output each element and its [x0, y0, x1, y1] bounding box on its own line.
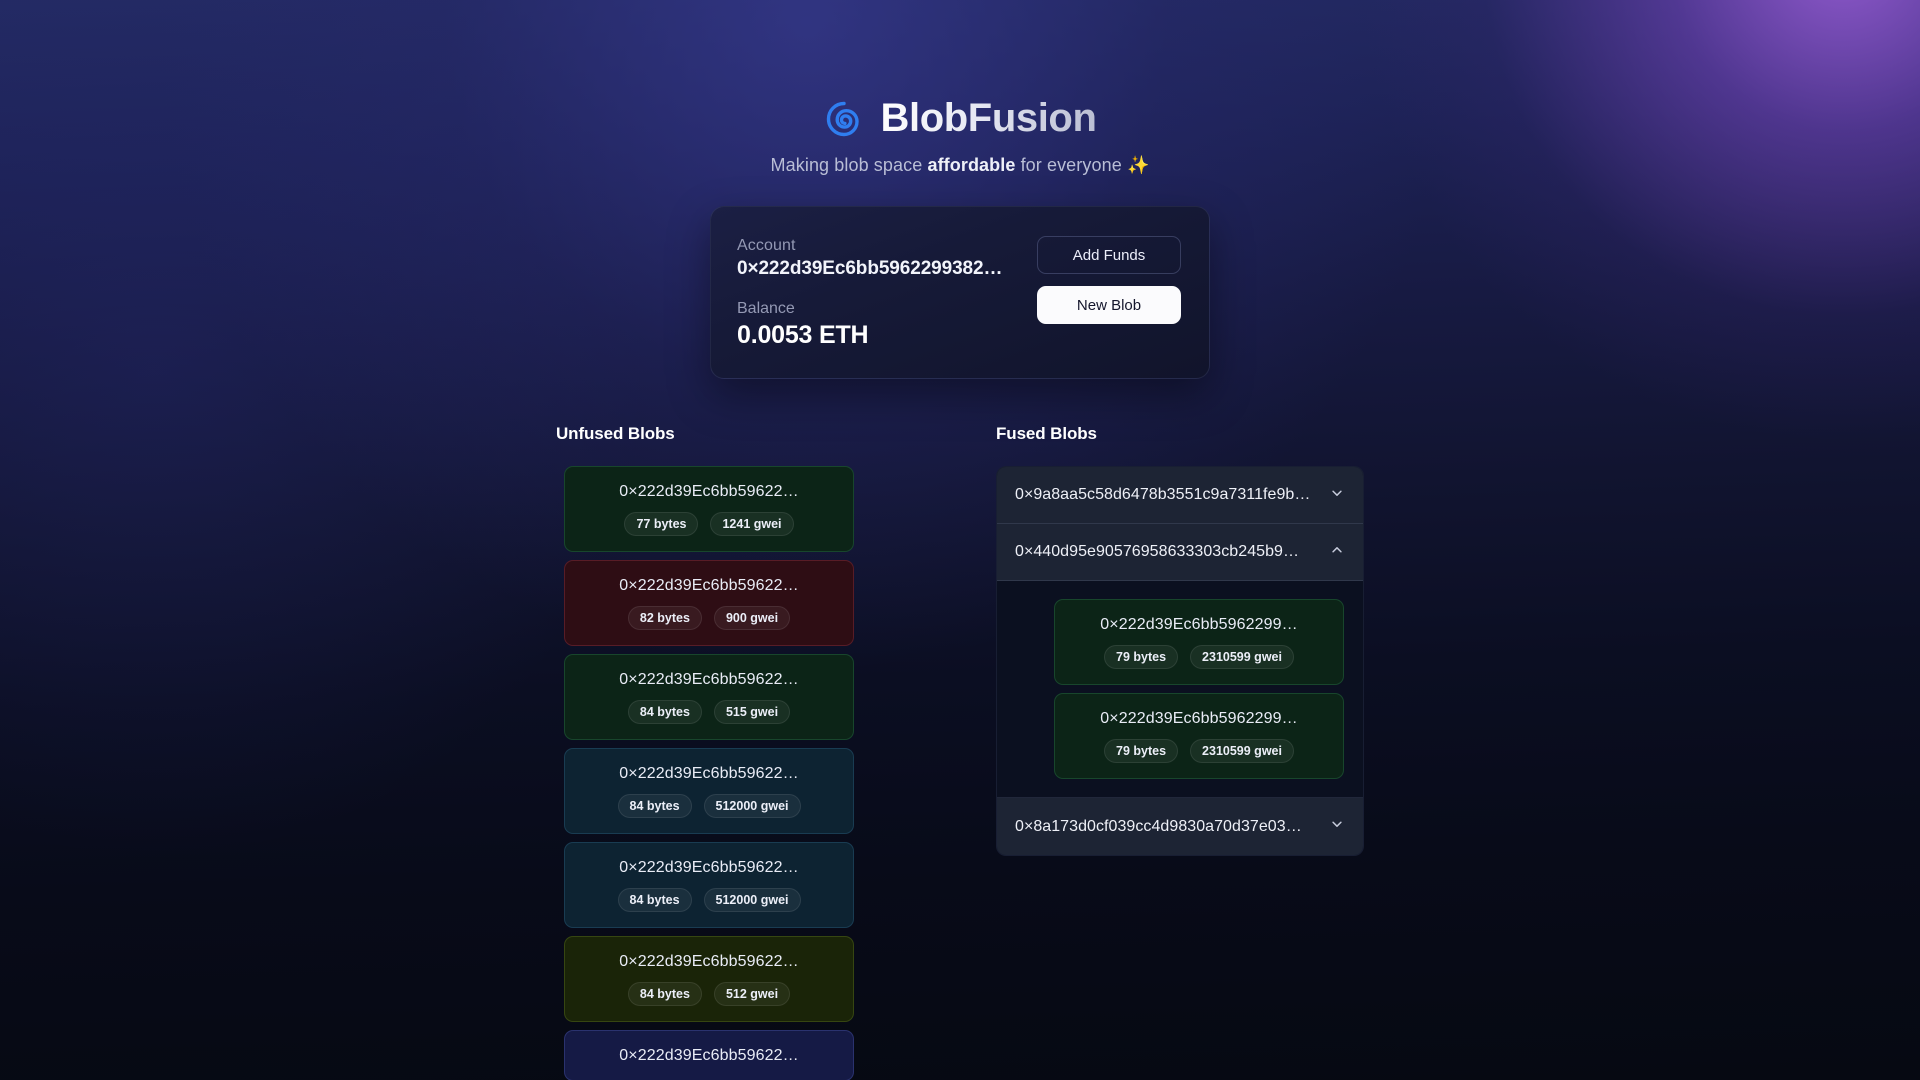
chevron-down-icon[interactable] [1330, 486, 1344, 505]
unfused-title: Unfused Blobs [556, 424, 675, 443]
blob-card[interactable]: 0×222d39Ec6bb59622… 84 bytes 512000 gwei [564, 842, 854, 928]
blob-size-pill: 84 bytes [617, 794, 692, 818]
blob-size-pill: 84 bytes [627, 700, 702, 724]
fused-blob-hash: 0×440d95e90576958633303cb245b9… [1015, 543, 1300, 560]
blob-price-pill: 2310599 gwei [1190, 739, 1294, 763]
blob-size-pill: 84 bytes [617, 888, 692, 912]
blob-meta: 84 bytes 512 gwei [579, 982, 839, 1006]
blob-card[interactable]: 0×222d39Ec6bb59622… 77 bytes 1241 gwei [564, 466, 854, 552]
blob-price-pill: 900 gwei [713, 606, 791, 630]
brand-title: BlobFusion [880, 96, 1097, 140]
blob-hash: 0×222d39Ec6bb5962299… [1100, 710, 1298, 727]
blob-meta: 84 bytes 512000 gwei [579, 794, 839, 818]
balance-label: Balance [737, 300, 795, 317]
tagline-suffix: for everyone [1015, 155, 1127, 175]
blob-card[interactable]: 0×222d39Ec6bb59622… 84 bytes 512 gwei [564, 936, 854, 1022]
fused-blob-hash: 0×8a173d0cf039cc4d9830a70d37e03… [1015, 817, 1302, 835]
blob-meta: 84 bytes 512000 gwei [579, 888, 839, 912]
blob-price-pill: 512 gwei [713, 982, 791, 1006]
fused-blob-header[interactable]: 0×9a8aa5c58d6478b3551c9a7311fe9b… [997, 467, 1363, 524]
account-card: Account 0×222d39Ec6bb5962299382… Balance… [710, 206, 1210, 379]
blob-card[interactable]: 0×222d39Ec6bb59622… 84 bytes 512000 gwei [564, 748, 854, 834]
blob-hash: 0×222d39Ec6bb5962299… [1100, 616, 1298, 633]
blob-hash: 0×222d39Ec6bb59622… [619, 1047, 799, 1064]
blob-columns: Unfused Blobs 0×222d39Ec6bb59622… 77 byte… [0, 424, 1920, 1080]
blob-size-pill: 77 bytes [624, 512, 699, 536]
app-header: BlobFusion Making blob space affordable … [0, 0, 1920, 176]
balance-value: 0.0053 ETH [737, 321, 869, 349]
blob-hash: 0×222d39Ec6bb59622… [619, 577, 799, 594]
spiral-icon [824, 99, 864, 139]
new-blob-button[interactable]: New Blob [1037, 286, 1181, 324]
fused-title: Fused Blobs [996, 424, 1097, 443]
blob-size-pill: 79 bytes [1104, 739, 1179, 763]
fused-blob-children: 0×222d39Ec6bb5962299… 79 bytes 2310599 gwe… [997, 581, 1363, 798]
account-details: Account 0×222d39Ec6bb5962299382… Balance… [737, 233, 1003, 350]
blob-meta: 79 bytes 2310599 gwei [1069, 739, 1329, 763]
app-root: BlobFusion Making blob space affordable … [0, 0, 1920, 1080]
blob-price-pill: 515 gwei [713, 700, 791, 724]
tagline-prefix: Making blob space [770, 155, 928, 175]
blob-price-pill: 512000 gwei [703, 888, 801, 912]
chevron-down-icon[interactable] [1330, 817, 1344, 836]
blob-meta: 84 bytes 515 gwei [579, 700, 839, 724]
blob-hash: 0×222d39Ec6bb59622… [619, 483, 799, 500]
unfused-column: Unfused Blobs 0×222d39Ec6bb59622… 77 byte… [556, 424, 924, 1080]
tagline-emphasis: affordable [927, 155, 1016, 175]
blob-size-pill: 84 bytes [627, 982, 702, 1006]
account-label: Account [737, 237, 796, 254]
blob-card[interactable]: 0×222d39Ec6bb59622… 84 bytes 515 gwei [564, 654, 854, 740]
tagline: Making blob space affordable for everyon… [771, 155, 1150, 176]
blob-card[interactable]: 0×222d39Ec6bb5962299… 79 bytes 2310599 gwe… [1054, 693, 1344, 779]
blob-hash: 0×222d39Ec6bb59622… [619, 953, 799, 970]
blob-size-pill: 82 bytes [627, 606, 702, 630]
fused-blob-accordion: 0×9a8aa5c58d6478b3551c9a7311fe9b… 0×440d9… [996, 466, 1364, 856]
blob-size-pill: 79 bytes [1104, 645, 1179, 669]
blob-meta: 77 bytes 1241 gwei [579, 512, 839, 536]
blob-hash: 0×222d39Ec6bb59622… [619, 765, 799, 782]
blob-price-pill: 512000 gwei [703, 794, 801, 818]
account-address: 0×222d39Ec6bb5962299382… [737, 258, 1003, 279]
blob-card[interactable]: 0×222d39Ec6bb59622… [564, 1030, 854, 1080]
account-actions: Add Funds New Blob [1037, 233, 1181, 324]
blob-meta: 79 bytes 2310599 gwei [1069, 645, 1329, 669]
chevron-up-icon[interactable] [1330, 543, 1344, 562]
blob-hash: 0×222d39Ec6bb59622… [619, 671, 799, 688]
fused-blob-header[interactable]: 0×8a173d0cf039cc4d9830a70d37e03… [997, 798, 1363, 855]
blob-hash: 0×222d39Ec6bb59622… [619, 859, 799, 876]
sparkle-icon: ✨ [1126, 155, 1150, 175]
fused-blob-hash: 0×9a8aa5c58d6478b3551c9a7311fe9b… [1015, 486, 1311, 503]
brand: BlobFusion [824, 96, 1097, 141]
blob-card[interactable]: 0×222d39Ec6bb5962299… 79 bytes 2310599 gwe… [1054, 599, 1344, 685]
blob-price-pill: 1241 gwei [710, 512, 794, 536]
blob-price-pill: 2310599 gwei [1190, 645, 1294, 669]
add-funds-button[interactable]: Add Funds [1037, 236, 1181, 274]
fused-blob-header[interactable]: 0×440d95e90576958633303cb245b9… [997, 524, 1363, 581]
blob-card[interactable]: 0×222d39Ec6bb59622… 82 bytes 900 gwei [564, 560, 854, 646]
unfused-blob-list: 0×222d39Ec6bb59622… 77 bytes 1241 gwei 0×22… [556, 466, 924, 1080]
fused-column: Fused Blobs 0×9a8aa5c58d6478b3551c9a7311… [996, 424, 1364, 856]
blob-meta: 82 bytes 900 gwei [579, 606, 839, 630]
